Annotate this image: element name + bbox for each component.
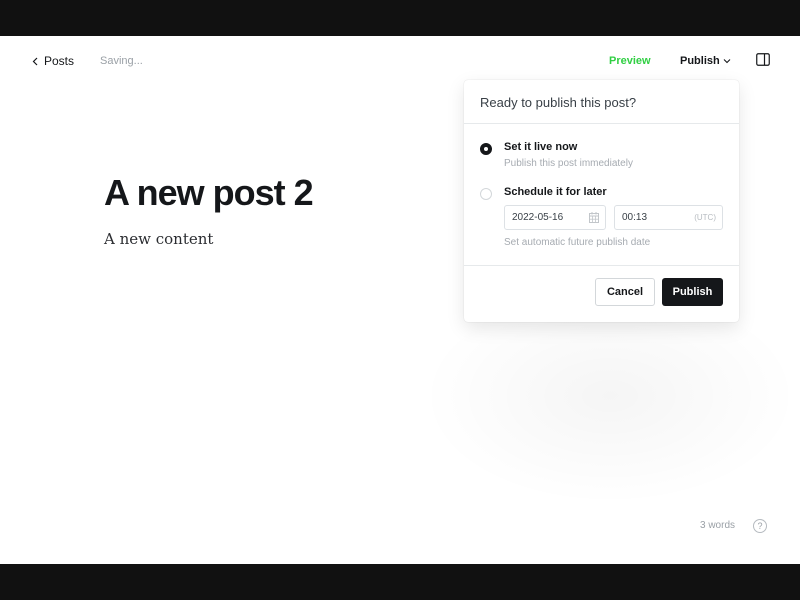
bottom-letterbox xyxy=(0,564,800,600)
chevron-down-icon xyxy=(723,59,731,64)
publish-confirm-button[interactable]: Publish xyxy=(662,278,723,306)
schedule-date-field[interactable]: 2022-05-16 xyxy=(504,205,606,230)
popover-heading: Ready to publish this post? xyxy=(464,80,739,124)
publish-menu-button[interactable]: Publish xyxy=(680,55,731,67)
schedule-time-value: 00:13 xyxy=(622,212,648,223)
publish-popover: Ready to publish this post? Set it live … xyxy=(464,80,739,322)
editor-window: Posts Saving... Preview Publish A new po… xyxy=(0,36,800,564)
help-icon[interactable]: ? xyxy=(753,519,767,533)
publish-menu-label: Publish xyxy=(680,55,720,67)
back-label: Posts xyxy=(44,54,75,68)
save-status: Saving... xyxy=(100,55,143,67)
post-title[interactable]: A new post 2 xyxy=(104,172,314,214)
option-publish-now[interactable]: Set it live now Publish this post immedi… xyxy=(480,141,633,169)
option-schedule-later[interactable]: Schedule it for later xyxy=(480,186,607,200)
top-letterbox xyxy=(0,0,800,36)
schedule-note: Set automatic future publish date xyxy=(504,237,651,248)
radio-publish-now[interactable] xyxy=(480,143,492,155)
radio-schedule-later[interactable] xyxy=(480,188,492,200)
word-count: 3 words xyxy=(700,520,736,531)
option-later-label: Schedule it for later xyxy=(504,186,607,198)
option-now-label: Set it live now xyxy=(504,141,578,153)
chevron-left-icon xyxy=(32,57,38,65)
preview-button[interactable]: Preview xyxy=(609,55,651,67)
sidebar-toggle-icon[interactable] xyxy=(756,53,770,66)
post-body[interactable]: A new content xyxy=(104,230,213,248)
timezone-label: (UTC) xyxy=(694,213,716,222)
schedule-time-field[interactable]: 00:13 (UTC) xyxy=(614,205,723,230)
option-now-description: Publish this post immediately xyxy=(504,158,633,169)
popover-divider xyxy=(464,265,739,266)
cancel-button[interactable]: Cancel xyxy=(595,278,655,306)
back-to-posts-link[interactable]: Posts xyxy=(32,54,74,68)
calendar-icon[interactable] xyxy=(589,212,599,223)
schedule-date-value: 2022-05-16 xyxy=(512,212,564,223)
